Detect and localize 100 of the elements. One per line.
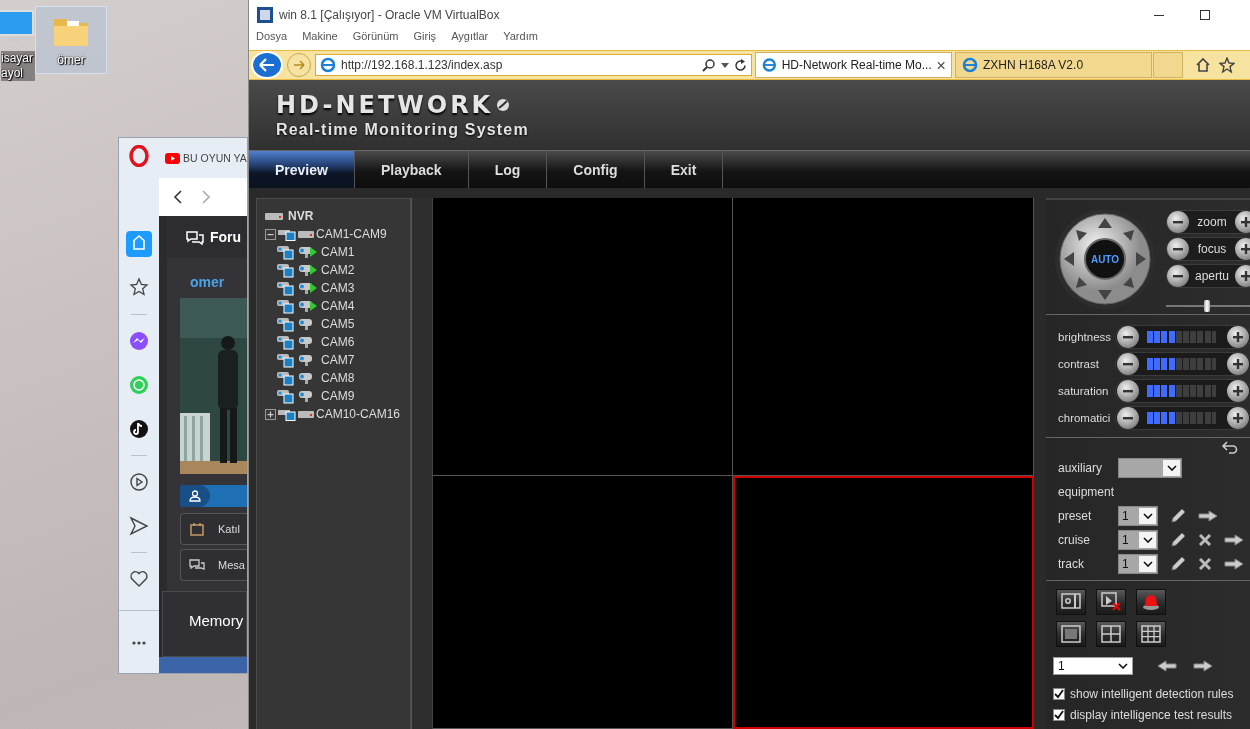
level-track[interactable] [1147, 330, 1216, 343]
expand-toggle[interactable] [265, 228, 276, 240]
recorder-icon [265, 211, 283, 221]
minus-button[interactable] [1167, 265, 1189, 287]
toolbar-button[interactable] [1056, 621, 1086, 647]
go-button[interactable] [1198, 510, 1218, 522]
toolbar-button[interactable] [1096, 589, 1126, 615]
go-button[interactable] [1224, 558, 1244, 570]
nav-tab[interactable]: Log [468, 151, 548, 188]
recorder-icon [298, 229, 314, 239]
menu-item[interactable]: Dosya [256, 30, 288, 42]
dropdown[interactable]: 1 [1053, 657, 1133, 675]
lens-label: zoom [1196, 215, 1228, 229]
edit-button[interactable] [1170, 556, 1186, 572]
dropdown[interactable] [1118, 458, 1182, 478]
tree-item[interactable]: CAM4 [321, 299, 355, 313]
toolbar-button[interactable] [1136, 621, 1166, 647]
right-arrow-icon [1224, 534, 1244, 546]
tree-item[interactable]: CAM1 [321, 245, 355, 259]
more-icon [132, 641, 146, 645]
undo-button[interactable] [1221, 440, 1239, 454]
go-button[interactable] [1224, 534, 1244, 546]
browser-tab[interactable]: HD-Network Real-time Mo... [755, 52, 952, 78]
delete-button[interactable] [1198, 557, 1212, 571]
caret-icon [1142, 561, 1153, 567]
menu-item[interactable]: Aygıtlar [451, 30, 489, 42]
minus-button[interactable] [1117, 325, 1139, 348]
menu-item[interactable]: Giriş [413, 30, 437, 42]
edit-button[interactable] [1170, 508, 1186, 524]
tab-title[interactable]: BU OYUN YA [183, 152, 247, 164]
menu-item[interactable]: Yardım [503, 30, 538, 42]
tree-item[interactable]: NVR [288, 209, 314, 223]
lens-label: focus [1196, 242, 1228, 256]
device-icon [277, 298, 295, 314]
nav-tab[interactable]: Exit [644, 151, 724, 188]
toolbar-button[interactable] [1096, 621, 1126, 647]
nav-tab[interactable]: Playback [354, 151, 469, 188]
profile-bar[interactable] [180, 485, 247, 507]
checkbox[interactable] [1053, 688, 1065, 700]
dropdown[interactable]: 1 [1118, 554, 1158, 574]
previous-button[interactable] [1157, 660, 1177, 672]
device-icon [277, 262, 295, 278]
nav-tab[interactable]: Preview [249, 151, 355, 188]
browser-tab[interactable]: ZXHN H168A V2.0 [955, 52, 1152, 78]
plus-button[interactable] [1227, 379, 1249, 402]
minus-button[interactable] [1167, 211, 1189, 233]
tree-item[interactable]: CAM8 [321, 371, 355, 385]
menu-item[interactable]: Makine [302, 30, 338, 42]
tree-item[interactable]: CAM3 [321, 281, 355, 295]
minus-button[interactable] [1167, 238, 1189, 260]
tree-item[interactable]: CAM2 [321, 263, 355, 277]
recorder-icon [298, 409, 314, 419]
address-field[interactable]: http://192.168.1.123/index.asp [315, 54, 752, 76]
video-cell[interactable] [433, 198, 733, 476]
speed-slider[interactable] [1166, 300, 1250, 312]
next-button[interactable] [1193, 660, 1213, 672]
tree-item[interactable]: CAM6 [321, 335, 355, 349]
video-cell[interactable] [733, 198, 1034, 476]
edit-button[interactable] [1170, 532, 1186, 548]
home-icon [1195, 57, 1211, 73]
level-track[interactable] [1147, 411, 1216, 424]
plus-icon [1232, 357, 1244, 370]
forum-heading[interactable]: Foru [210, 229, 242, 245]
tree-item[interactable]: CAM9 [321, 389, 355, 403]
dropdown[interactable]: 1 [1118, 506, 1158, 526]
tree-item[interactable]: CAM1-CAM9 [316, 227, 387, 241]
dropdown[interactable]: 1 [1118, 530, 1158, 550]
minus-button[interactable] [1117, 379, 1139, 402]
checkbox[interactable] [1053, 709, 1065, 721]
tree-item[interactable]: CAM7 [321, 353, 355, 367]
user-icon [189, 490, 201, 502]
username[interactable]: omer [167, 274, 247, 290]
delete-button[interactable] [1198, 533, 1212, 547]
minus-button[interactable] [1117, 352, 1139, 375]
level-track[interactable] [1147, 357, 1216, 370]
device-icon [277, 316, 295, 332]
level-track[interactable] [1147, 384, 1216, 397]
toolbar-button[interactable] [1136, 589, 1166, 615]
back-icon [173, 189, 183, 205]
minus-button[interactable] [1117, 406, 1139, 429]
plus-icon [1232, 330, 1244, 343]
close-icon [936, 60, 945, 70]
calendar-icon [190, 522, 204, 536]
expand-toggle[interactable] [265, 408, 276, 420]
caret-icon [721, 62, 729, 68]
video-cell[interactable] [433, 476, 733, 729]
slider-thumb[interactable] [1203, 300, 1210, 312]
star-icon [1219, 57, 1235, 73]
plus-button[interactable] [1227, 352, 1249, 375]
tree-item[interactable]: CAM10-CAM16 [316, 407, 401, 421]
back-button[interactable] [251, 51, 283, 79]
tree-item[interactable]: CAM5 [321, 317, 355, 331]
plus-button[interactable] [1227, 325, 1249, 348]
caret-icon [1118, 663, 1128, 669]
plus-icon [1240, 270, 1250, 282]
video-cell[interactable] [733, 476, 1034, 729]
menu-item[interactable]: Görünüm [352, 30, 399, 42]
toolbar-button[interactable] [1056, 589, 1086, 615]
plus-button[interactable] [1227, 406, 1249, 429]
nav-tab[interactable]: Config [547, 151, 645, 188]
